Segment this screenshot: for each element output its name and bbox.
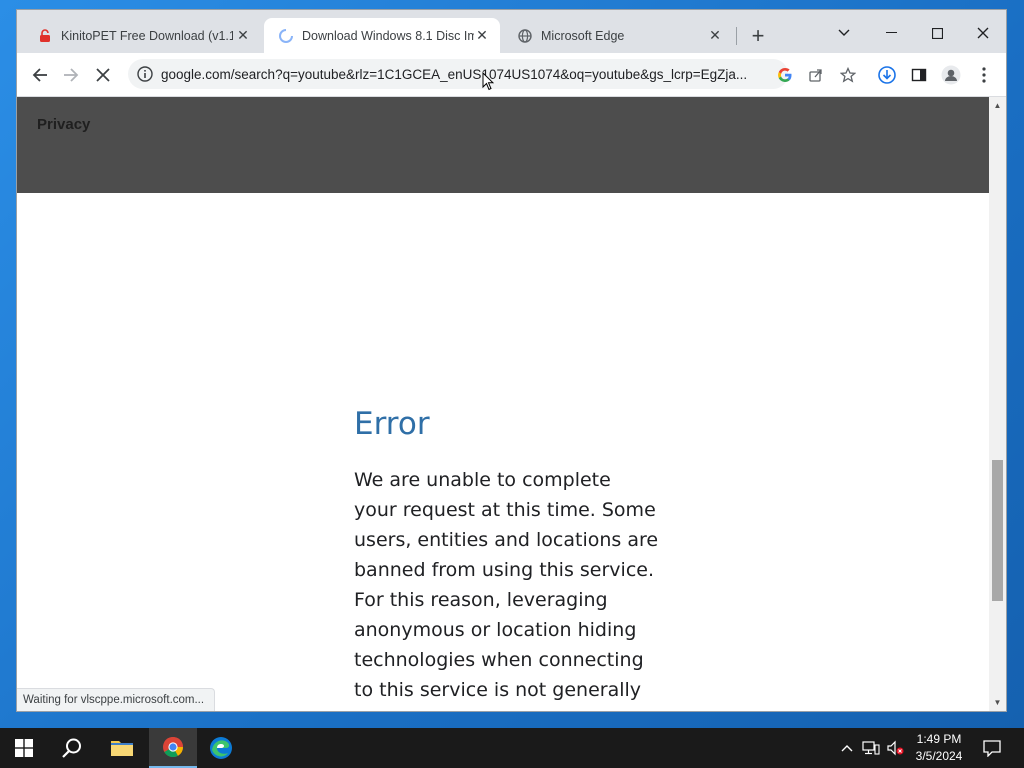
back-button[interactable] bbox=[27, 62, 53, 88]
stop-icon bbox=[96, 68, 110, 82]
google-icon bbox=[778, 68, 792, 82]
side-panel-button[interactable] bbox=[906, 62, 932, 88]
clock-time: 1:49 PM bbox=[916, 732, 962, 746]
globe-icon bbox=[517, 28, 533, 44]
chevron-up-icon bbox=[841, 745, 853, 752]
volume-button[interactable] bbox=[884, 728, 906, 768]
kebab-menu-icon bbox=[982, 67, 986, 83]
page-footer-band: Privacy bbox=[17, 97, 989, 193]
side-panel-icon bbox=[911, 68, 927, 82]
notification-icon bbox=[983, 739, 1001, 757]
file-explorer-button[interactable] bbox=[98, 728, 146, 768]
scrollbar-thumb[interactable] bbox=[992, 460, 1003, 601]
taskbar-clock[interactable]: 1:49 PM 3/5/2024 bbox=[904, 731, 974, 765]
chevron-down-icon bbox=[838, 29, 850, 36]
page-content: Privacy Error We are unable to complete … bbox=[17, 97, 989, 711]
downloads-button[interactable] bbox=[874, 62, 900, 88]
minimize-button[interactable] bbox=[868, 18, 914, 48]
tab-strip: KinitoPET Free Download (v1.1.0 ✕ Downlo… bbox=[17, 10, 1006, 53]
close-icon bbox=[977, 27, 989, 39]
mouse-cursor-icon bbox=[482, 72, 494, 91]
close-tab-icon[interactable]: ✕ bbox=[235, 27, 251, 43]
tab-microsoft-edge[interactable]: Microsoft Edge ✕ bbox=[503, 18, 733, 53]
tab-kinitopet[interactable]: KinitoPET Free Download (v1.1.0 ✕ bbox=[23, 18, 261, 53]
share-icon bbox=[809, 69, 822, 82]
bookmark-button[interactable] bbox=[835, 62, 861, 88]
chrome-icon bbox=[163, 736, 184, 758]
edge-taskbar-button[interactable] bbox=[197, 728, 245, 768]
browser-toolbar: google.com/search?q=youtube&rlz=1C1GCEA_… bbox=[17, 53, 1006, 97]
new-tab-button[interactable]: + bbox=[747, 25, 769, 48]
forward-button[interactable] bbox=[58, 62, 84, 88]
network-button[interactable] bbox=[860, 728, 882, 768]
notifications-button[interactable] bbox=[978, 728, 1006, 768]
close-tab-icon[interactable]: ✕ bbox=[707, 27, 723, 43]
tab-title: KinitoPET Free Download (v1.1.0 bbox=[61, 28, 233, 43]
loading-spinner-icon bbox=[278, 28, 294, 44]
start-button[interactable] bbox=[0, 728, 48, 768]
clock-date: 3/5/2024 bbox=[915, 749, 963, 763]
share-button[interactable] bbox=[803, 62, 829, 88]
google-lens-button[interactable] bbox=[772, 62, 798, 88]
folder-icon bbox=[111, 741, 133, 756]
error-message: We are unable to complete your request a… bbox=[354, 469, 659, 711]
error-heading: Error bbox=[354, 406, 430, 442]
tab-separator bbox=[736, 27, 737, 45]
edge-icon bbox=[210, 737, 232, 759]
close-tab-icon[interactable]: ✕ bbox=[474, 27, 490, 43]
chrome-taskbar-button[interactable] bbox=[149, 728, 197, 768]
volume-muted-icon bbox=[887, 740, 904, 756]
profile-button[interactable] bbox=[938, 62, 964, 88]
windows-logo-icon bbox=[15, 739, 33, 757]
tab-title: Microsoft Edge bbox=[541, 28, 625, 43]
search-icon bbox=[62, 738, 81, 758]
maximize-button[interactable] bbox=[914, 18, 960, 48]
show-hidden-icons-button[interactable] bbox=[838, 728, 856, 768]
back-arrow-icon bbox=[32, 68, 47, 82]
close-window-button[interactable] bbox=[960, 18, 1006, 48]
scroll-up-icon[interactable]: ▲ bbox=[992, 100, 1003, 111]
scroll-down-icon[interactable]: ▼ bbox=[992, 697, 1003, 708]
maximize-icon bbox=[931, 27, 943, 39]
kinito-favicon-icon bbox=[37, 28, 53, 44]
address-url-text[interactable]: google.com/search?q=youtube&rlz=1C1GCEA_… bbox=[161, 67, 761, 82]
address-bar[interactable]: google.com/search?q=youtube&rlz=1C1GCEA_… bbox=[128, 59, 788, 89]
network-icon bbox=[862, 741, 880, 755]
download-icon bbox=[878, 66, 896, 84]
tab-windows-download[interactable]: Download Windows 8.1 Disc Ima ✕ bbox=[264, 18, 500, 53]
taskbar: 1:49 PM 3/5/2024 bbox=[0, 728, 1024, 768]
minimize-icon bbox=[885, 32, 897, 33]
browser-window: KinitoPET Free Download (v1.1.0 ✕ Downlo… bbox=[17, 10, 1006, 711]
menu-button[interactable] bbox=[971, 62, 997, 88]
site-info-icon[interactable] bbox=[137, 66, 153, 82]
page-scrollbar[interactable]: ▲ ▼ bbox=[989, 97, 1006, 711]
tab-title: Download Windows 8.1 Disc Ima bbox=[302, 28, 474, 43]
tab-search-button[interactable] bbox=[821, 18, 867, 48]
forward-arrow-icon bbox=[64, 68, 79, 82]
status-bubble: Waiting for vlscppe.microsoft.com... bbox=[17, 688, 216, 711]
privacy-link[interactable]: Privacy bbox=[37, 116, 90, 133]
search-button[interactable] bbox=[48, 728, 96, 768]
stop-loading-button[interactable] bbox=[90, 62, 116, 88]
star-icon bbox=[840, 67, 856, 83]
avatar-icon bbox=[941, 65, 961, 85]
